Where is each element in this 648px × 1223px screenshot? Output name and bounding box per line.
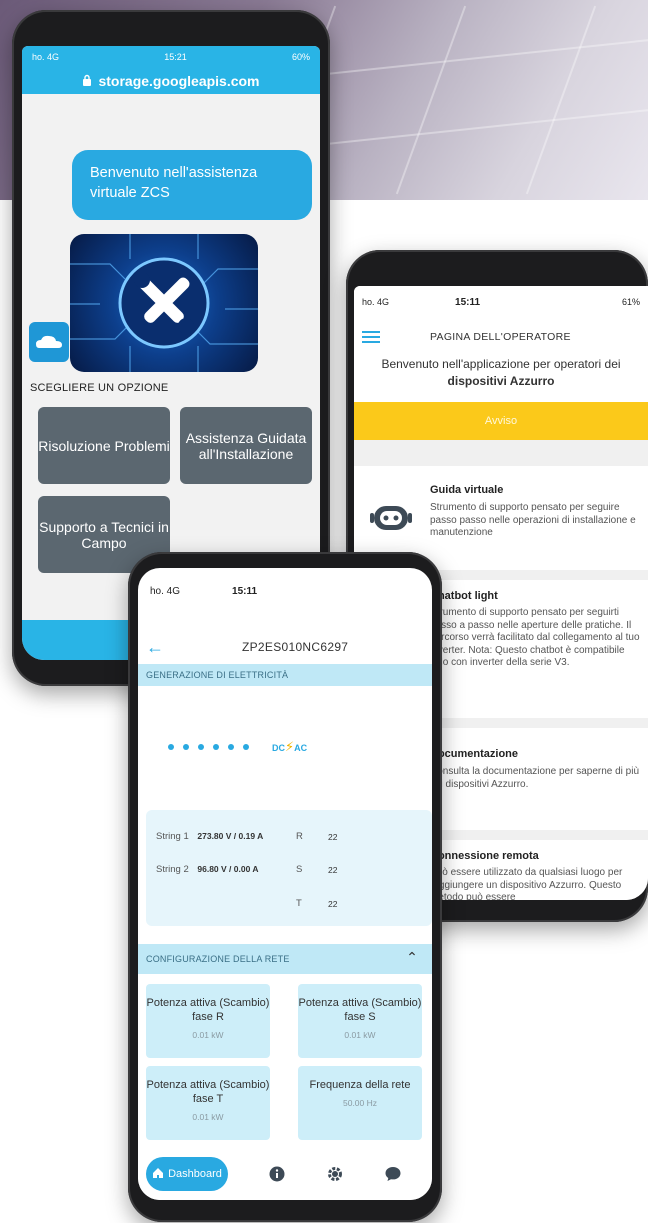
- bottom-navigation: Dashboard: [138, 1148, 432, 1200]
- phase-value: 22: [328, 832, 338, 842]
- tile-value: 0.01 kW: [192, 1030, 224, 1040]
- tile-label: Potenza attiva (Scambio) fase R: [146, 997, 270, 1023]
- phase-label: T: [296, 898, 302, 909]
- chevron-up-icon[interactable]: ⌃: [406, 949, 418, 966]
- device-serial: ZP2ES010NC6297: [242, 640, 349, 654]
- choose-option-label: SCEGLIERE UN OPZIONE: [30, 382, 169, 394]
- carrier-label: ho. 4G: [32, 52, 60, 62]
- robot-icon: [366, 492, 416, 542]
- tile-label: Potenza attiva (Scambio) fase T: [146, 1079, 270, 1105]
- panel-line: [525, 5, 597, 195]
- option-troubleshooting-button[interactable]: Risoluzione Problemi: [38, 407, 170, 484]
- phone3-screen: ho. 4G 15:11 ← ZP2ES010NC6297 GENERAZION…: [138, 568, 432, 1200]
- home-icon: [152, 1167, 164, 1182]
- string-label: String 1: [156, 831, 189, 842]
- card-description: Strumento di supporto pensato per seguir…: [430, 607, 640, 668]
- string-value: 273.80 V / 0.19 A: [197, 831, 264, 841]
- lock-icon: [82, 73, 92, 89]
- tile-active-power-t[interactable]: Potenza attiva (Scambio) fase T 0.01 kW: [146, 1066, 270, 1140]
- welcome-bold: dispositivi Azzurro: [447, 374, 555, 388]
- ac-label: AC: [294, 743, 308, 753]
- gear-icon[interactable]: [326, 1165, 344, 1183]
- status-time: 15:11: [455, 296, 481, 308]
- tile-active-power-r[interactable]: Potenza attiva (Scambio) fase R 0.01 kW: [146, 984, 270, 1058]
- device-header: ← ZP2ES010NC6297: [138, 634, 432, 660]
- card-description: Consulta la documentazione per saperne d…: [430, 766, 640, 790]
- card-title: Guida virtuale: [430, 484, 504, 496]
- battery-label: 60%: [291, 52, 310, 62]
- status-bar: ho. 4G 15:21 60%: [22, 46, 320, 68]
- page-title: PAGINA DELL'OPERATORE: [430, 331, 571, 343]
- notice-button[interactable]: Avviso: [354, 402, 648, 440]
- tile-label: Frequenza della rete: [309, 1079, 411, 1091]
- option-guided-install-button[interactable]: Assistenza Guidata all'Installazione: [180, 407, 312, 484]
- carrier-label: ho. 4G: [362, 297, 390, 307]
- status-time: 15:21: [164, 52, 187, 62]
- string-readings-panel: String 1 273.80 V / 0.19 A String 2 96.8…: [146, 810, 432, 926]
- string-value: 96.80 V / 0.00 A: [197, 864, 259, 874]
- string-label: String 2: [156, 864, 189, 875]
- dc-label: DC: [272, 743, 285, 753]
- chat-icon[interactable]: [384, 1165, 402, 1183]
- carrier-label: ho. 4G: [150, 585, 181, 597]
- section-grid-config[interactable]: CONFIGURAZIONE DELLA RETE ⌃: [138, 944, 432, 974]
- section-generation: GENERAZIONE DI ELETTRICITÀ: [138, 664, 432, 686]
- phase-value: 22: [328, 899, 338, 909]
- welcome-bubble: Benvenuto nell'assistenza virtuale ZCS: [72, 150, 312, 220]
- card-description: Può essere utilizzato da qualsiasi luogo…: [430, 867, 623, 900]
- power-flow-dots: [168, 744, 249, 750]
- phone-dashboard: ho. 4G 15:11 ← ZP2ES010NC6297 GENERAZION…: [128, 552, 442, 1222]
- dc-ac-converter-icon: DC⚡AC: [272, 739, 307, 755]
- dashboard-label: Dashboard: [168, 1168, 222, 1180]
- status-bar: ho. 4G 15:11: [138, 576, 432, 606]
- info-icon[interactable]: [268, 1165, 286, 1183]
- phase-value: 22: [328, 865, 338, 875]
- url-bar[interactable]: storage.googleapis.com: [22, 68, 320, 94]
- string-row: String 2 96.80 V / 0.00 A: [156, 864, 259, 875]
- tools-circuit-image: [70, 234, 258, 372]
- tile-value: 50.00 Hz: [342, 1098, 378, 1108]
- phase-label: S: [296, 864, 303, 875]
- card-title: Connessione remota: [430, 850, 539, 862]
- tile-value: 0.01 kW: [192, 1112, 224, 1122]
- welcome-line: Benvenuto nell'applicazione per operator…: [381, 357, 621, 371]
- azzurro-logo-icon: [29, 322, 69, 362]
- tile-value: 0.01 kW: [344, 1030, 376, 1040]
- card-description: Strumento di supporto pensato per seguir…: [430, 502, 636, 538]
- tile-grid-frequency[interactable]: Frequenza della rete 50.00 Hz: [298, 1066, 422, 1140]
- battery-label: 61%: [621, 297, 640, 307]
- tile-label: Potenza attiva (Scambio) fase S: [298, 997, 422, 1023]
- phase-label: R: [296, 831, 303, 842]
- status-bar: ho. 4G 15:11 61%: [354, 286, 648, 318]
- status-time: 15:11: [232, 585, 258, 597]
- tile-active-power-s[interactable]: Potenza attiva (Scambio) fase S 0.01 kW: [298, 984, 422, 1058]
- welcome-text: Benvenuto nell'applicazione per operator…: [354, 356, 648, 402]
- string-row: String 1 273.80 V / 0.19 A: [156, 831, 263, 842]
- hamburger-menu-icon[interactable]: [362, 331, 380, 343]
- dashboard-tab[interactable]: Dashboard: [146, 1157, 228, 1191]
- back-arrow-icon[interactable]: ←: [146, 637, 164, 658]
- bolt-icon: ⚡: [285, 739, 295, 754]
- header: PAGINA DELL'OPERATORE: [354, 318, 648, 356]
- card-title: Documentazione: [430, 748, 519, 760]
- section-title: CONFIGURAZIONE DELLA RETE: [146, 954, 290, 964]
- panel-line: [395, 5, 467, 195]
- url-text: storage.googleapis.com: [98, 73, 260, 89]
